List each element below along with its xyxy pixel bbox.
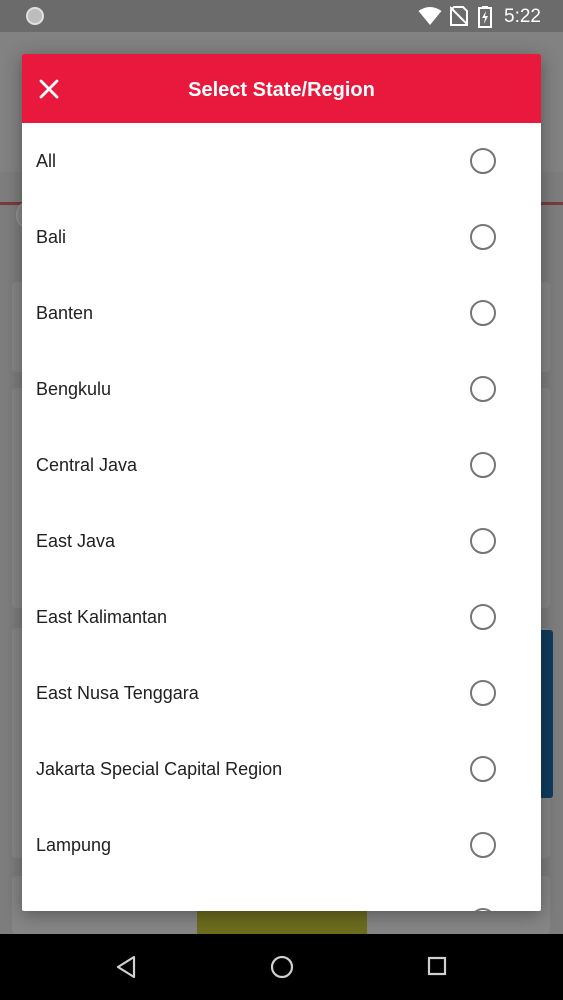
region-option-label: East Nusa Tenggara: [36, 683, 199, 703]
region-option-label: Bengkulu: [36, 379, 112, 399]
battery-charging-icon: [478, 6, 492, 28]
region-option-label: Jakarta Special Capital Region: [36, 759, 283, 779]
region-option-partial[interactable]: [22, 883, 541, 911]
region-option-bengkulu[interactable]: Bengkulu: [22, 351, 541, 427]
recents-icon[interactable]: [427, 955, 447, 977]
close-button[interactable]: [36, 76, 62, 102]
radio-button[interactable]: [470, 756, 496, 782]
radio-button[interactable]: [470, 908, 496, 911]
region-option-list[interactable]: All Bali Banten Bengkulu Central Java Ea…: [22, 123, 541, 911]
region-option-all[interactable]: All: [22, 123, 541, 199]
radio-button[interactable]: [470, 832, 496, 858]
region-option-label: All: [36, 151, 57, 171]
radio-button[interactable]: [470, 680, 496, 706]
region-option-central-java[interactable]: Central Java: [22, 427, 541, 503]
no-sim-icon: [450, 6, 468, 26]
region-option-label: Lampung: [36, 835, 112, 855]
status-bar: 5:22: [0, 0, 563, 32]
notification-dot-icon: [26, 7, 44, 25]
region-option-banten[interactable]: Banten: [22, 275, 541, 351]
wifi-icon: [418, 7, 442, 25]
select-region-dialog: Select State/Region All Bali Banten Beng…: [22, 54, 541, 911]
region-option-label: East Java: [36, 531, 116, 551]
close-icon: [39, 79, 59, 99]
status-time: 5:22: [504, 6, 541, 27]
region-option-lampung[interactable]: Lampung: [22, 807, 541, 883]
region-option-east-nusa-tenggara[interactable]: East Nusa Tenggara: [22, 655, 541, 731]
radio-button[interactable]: [470, 604, 496, 630]
radio-button[interactable]: [470, 528, 496, 554]
region-option-label: Banten: [36, 303, 94, 323]
radio-button[interactable]: [470, 224, 496, 250]
region-option-label: Bali: [36, 227, 67, 247]
region-option-jakarta[interactable]: Jakarta Special Capital Region: [22, 731, 541, 807]
dialog-header: Select State/Region: [22, 54, 541, 123]
back-icon[interactable]: [115, 955, 137, 979]
background-button: [197, 910, 367, 934]
radio-button[interactable]: [470, 148, 496, 174]
dialog-title: Select State/Region: [188, 79, 375, 101]
region-option-east-kalimantan[interactable]: East Kalimantan: [22, 579, 541, 655]
radio-button[interactable]: [470, 300, 496, 326]
region-option-bali[interactable]: Bali: [22, 199, 541, 275]
region-option-label: Central Java: [36, 455, 138, 475]
region-option-label: East Kalimantan: [36, 607, 168, 627]
region-option-east-java[interactable]: East Java: [22, 503, 541, 579]
home-icon[interactable]: [270, 955, 294, 979]
navigation-bar: [0, 934, 563, 1000]
radio-button[interactable]: [470, 452, 496, 478]
radio-button[interactable]: [470, 376, 496, 402]
